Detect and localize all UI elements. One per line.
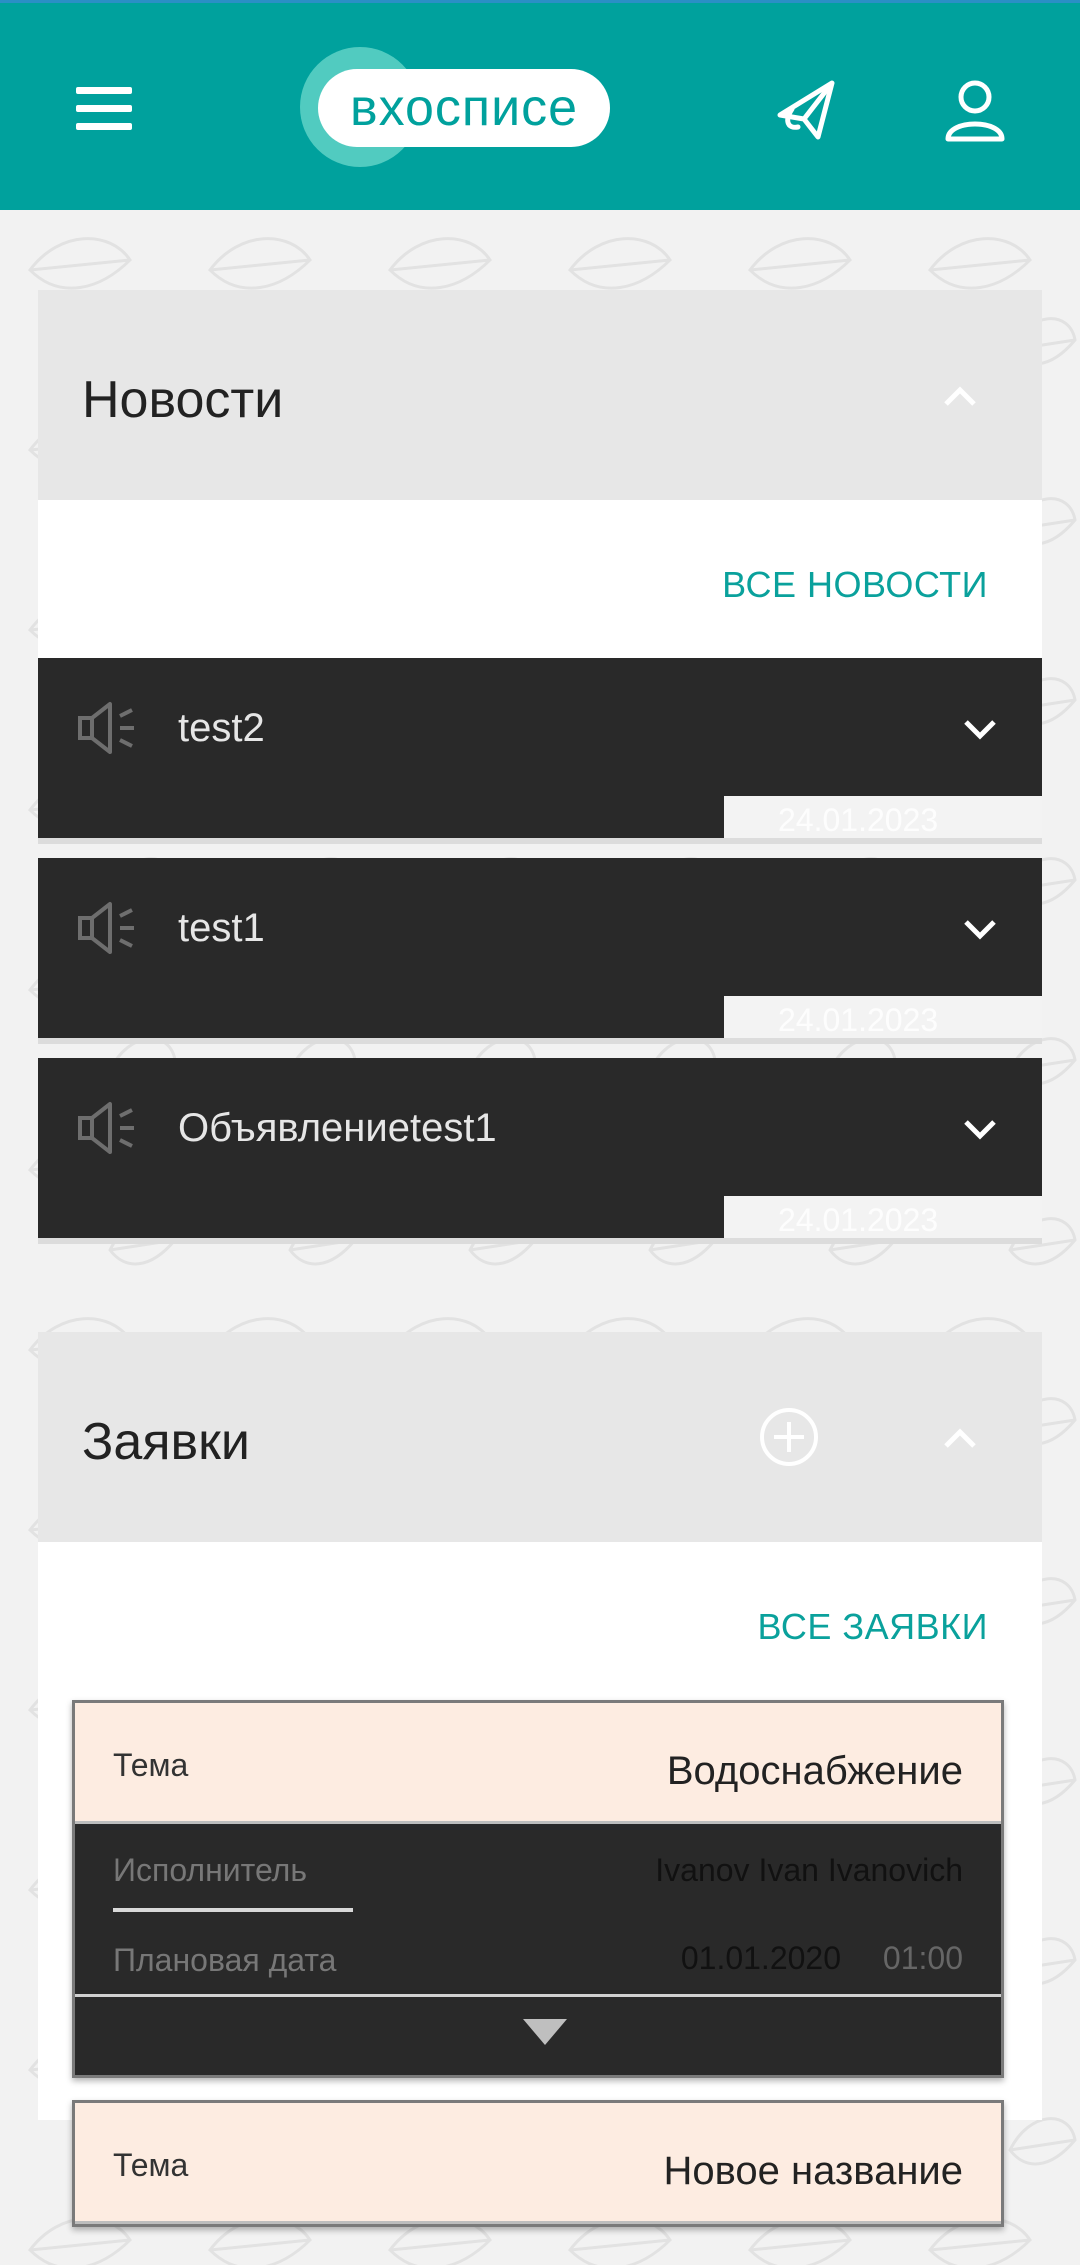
chevron-up-icon	[944, 1428, 976, 1448]
news-title: Новости	[82, 371, 284, 429]
chevron-up-icon	[944, 386, 976, 406]
divider	[38, 838, 1042, 844]
executor-value: Ivanov Ivan Ivanovich	[655, 1852, 963, 1888]
triangle-down-icon	[523, 2019, 567, 2045]
menu-icon-bar	[76, 87, 132, 94]
requests-section: Заявки ВСЕ ЗАЯВКИ Тема Водоснабжение Исп…	[38, 1332, 1042, 2227]
news-item-title: test2	[178, 706, 265, 750]
theme-value: Водоснабжение	[666, 1749, 963, 1793]
request-card-body: Исполнитель Ivanov Ivan Ivanovich Планов…	[75, 1824, 1001, 1994]
requests-title: Заявки	[82, 1413, 250, 1471]
chevron-down-icon[interactable]	[962, 718, 998, 742]
plus-circle-icon	[760, 1408, 818, 1466]
requests-header: Заявки	[38, 1332, 1042, 1542]
requests-list: Тема Водоснабжение Исполнитель Ivanov Iv…	[38, 1700, 1042, 2227]
user-icon	[945, 80, 1005, 142]
news-item[interactable]: test2 24.01.2023	[38, 658, 1042, 844]
menu-icon-bar	[76, 105, 132, 112]
megaphone-icon	[78, 902, 134, 954]
chevron-down-icon[interactable]	[962, 918, 998, 942]
request-card-header: Тема Новое название	[75, 2103, 1001, 2224]
expand-request-button[interactable]	[75, 1994, 1001, 2075]
menu-icon-bar	[76, 123, 132, 130]
news-item-date: 24.01.2023	[778, 1002, 939, 1038]
request-card[interactable]: Тема Новое название	[72, 2100, 1004, 2227]
news-item-date: 24.01.2023	[778, 802, 939, 838]
megaphone-icon	[78, 702, 134, 754]
news-item[interactable]: Объявлениеtest1 24.01.2023	[38, 1058, 1042, 1244]
all-requests-link[interactable]: ВСЕ ЗАЯВКИ	[758, 1606, 988, 1648]
all-news-link[interactable]: ВСЕ НОВОСТИ	[722, 564, 988, 606]
divider	[38, 1238, 1042, 1244]
paper-plane-button[interactable]	[770, 75, 840, 145]
megaphone-icon	[78, 1102, 134, 1154]
collapse-news-button[interactable]	[940, 380, 980, 410]
request-card-header: Тема Водоснабжение	[75, 1703, 1001, 1824]
menu-button[interactable]	[72, 83, 136, 135]
news-link-row: ВСЕ НОВОСТИ	[38, 500, 1042, 658]
planned-date-label: Плановая дата	[113, 1942, 337, 1978]
theme-label: Тема	[113, 2147, 189, 2183]
app-logo: вхосписе	[296, 47, 616, 171]
planned-time-value: 01:00	[882, 1940, 963, 1976]
planned-date-value: 01.01.2020	[680, 1940, 841, 1976]
theme-label: Тема	[113, 1747, 189, 1783]
news-header: Новости	[38, 290, 1042, 500]
user-profile-button[interactable]	[940, 75, 1010, 145]
executor-underline	[113, 1908, 353, 1912]
theme-value: Новое название	[663, 2149, 964, 2193]
news-item-title: test1	[178, 906, 265, 950]
news-section: Новости ВСЕ НОВОСТИ test2 24.01.2023 tes…	[38, 290, 1042, 1258]
executor-label: Исполнитель	[113, 1852, 308, 1888]
collapse-requests-button[interactable]	[940, 1422, 980, 1452]
add-request-button[interactable]	[758, 1406, 820, 1468]
news-item-date: 24.01.2023	[778, 1202, 939, 1238]
chevron-down-icon[interactable]	[962, 1118, 998, 1142]
news-item[interactable]: test1 24.01.2023	[38, 858, 1042, 1044]
top-app-bar: вхосписе	[0, 0, 1080, 210]
request-card[interactable]: Тема Водоснабжение Исполнитель Ivanov Iv…	[72, 1700, 1004, 2078]
requests-link-row: ВСЕ ЗАЯВКИ	[38, 1542, 1042, 1700]
paper-plane-icon	[777, 80, 835, 140]
news-item-title: Объявлениеtest1	[178, 1106, 497, 1150]
divider	[38, 1038, 1042, 1044]
logo-text: вхосписе	[318, 69, 610, 147]
